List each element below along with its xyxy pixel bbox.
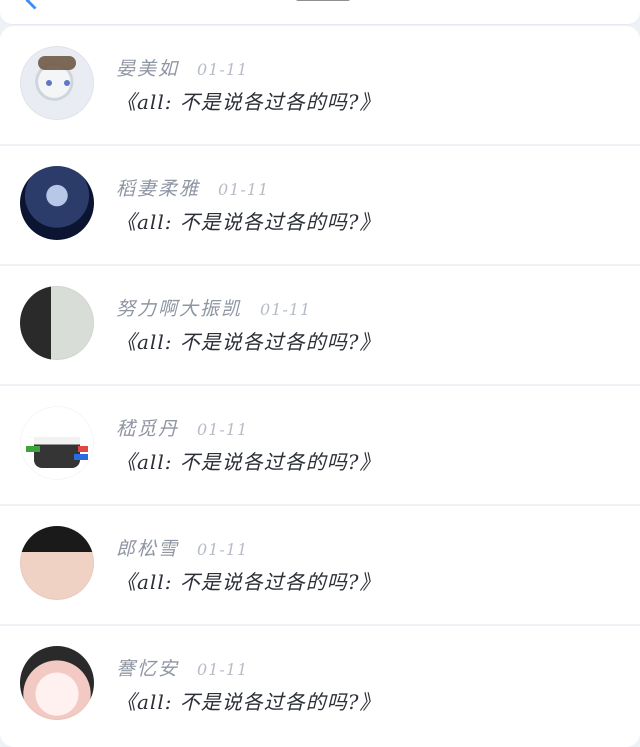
timestamp: 01-11	[197, 660, 249, 679]
timestamp: 01-11	[197, 60, 249, 79]
timestamp: 01-11	[197, 540, 249, 559]
avatar-hair-band	[38, 56, 76, 70]
notification-row[interactable]: 謇忆安 01-11 《all: 不是说各过各的吗?》	[0, 626, 640, 746]
avatar-eye-left	[46, 80, 52, 86]
message-text[interactable]: 《all: 不是说各过各的吗?》	[116, 566, 381, 595]
meta-line: 郎松雪 01-11	[116, 534, 249, 561]
avatar-sketch-accent-green	[26, 446, 40, 452]
message-text[interactable]: 《all: 不是说各过各的吗?》	[116, 326, 381, 355]
username[interactable]: 謇忆安	[116, 654, 179, 681]
avatar-icon[interactable]	[20, 166, 94, 240]
avatar-eye-right	[64, 80, 70, 86]
back-icon[interactable]	[25, 0, 44, 10]
notification-row[interactable]: 稻妻柔雅 01-11 《all: 不是说各过各的吗?》	[0, 146, 640, 266]
notification-row[interactable]: 晏美如 01-11 《all: 不是说各过各的吗?》	[0, 26, 640, 146]
username[interactable]: 嵇觅丹	[116, 414, 179, 441]
avatar-sketch-accent-blue	[74, 454, 88, 460]
username[interactable]: 努力啊大振凯	[116, 294, 242, 321]
message-text[interactable]: 《all: 不是说各过各的吗?》	[116, 86, 381, 115]
top-bar	[0, 0, 640, 24]
avatar-icon[interactable]	[20, 646, 94, 720]
notification-row[interactable]: 努力啊大振凯 01-11 《all: 不是说各过各的吗?》	[0, 266, 640, 386]
meta-line: 努力啊大振凯 01-11	[116, 294, 312, 321]
meta-line: 謇忆安 01-11	[116, 654, 249, 681]
username[interactable]: 稻妻柔雅	[116, 174, 200, 201]
username[interactable]: 郎松雪	[116, 534, 179, 561]
notification-row[interactable]: 郎松雪 01-11 《all: 不是说各过各的吗?》	[0, 506, 640, 626]
avatar-sketch-accent-red	[78, 446, 88, 452]
avatar-sketch-figure	[34, 416, 80, 468]
meta-line: 嵇觅丹 01-11	[116, 414, 249, 441]
timestamp: 01-11	[218, 180, 270, 199]
avatar-icon[interactable]	[20, 46, 94, 120]
message-text[interactable]: 《all: 不是说各过各的吗?》	[116, 686, 381, 715]
message-text[interactable]: 《all: 不是说各过各的吗?》	[116, 446, 381, 475]
message-text[interactable]: 《all: 不是说各过各的吗?》	[116, 206, 381, 235]
meta-line: 晏美如 01-11	[116, 54, 249, 81]
avatar-icon[interactable]	[20, 406, 94, 480]
username[interactable]: 晏美如	[116, 54, 179, 81]
avatar-icon[interactable]	[20, 286, 94, 360]
notification-row[interactable]: 嵇觅丹 01-11 《all: 不是说各过各的吗?》	[0, 386, 640, 506]
timestamp: 01-11	[197, 420, 249, 439]
meta-line: 稻妻柔雅 01-11	[116, 174, 270, 201]
timestamp: 01-11	[260, 300, 312, 319]
avatar-icon[interactable]	[20, 526, 94, 600]
page-title-fragment	[296, 0, 350, 1]
notification-list: 晏美如 01-11 《all: 不是说各过各的吗?》 稻妻柔雅 01-11 《a…	[0, 26, 640, 747]
